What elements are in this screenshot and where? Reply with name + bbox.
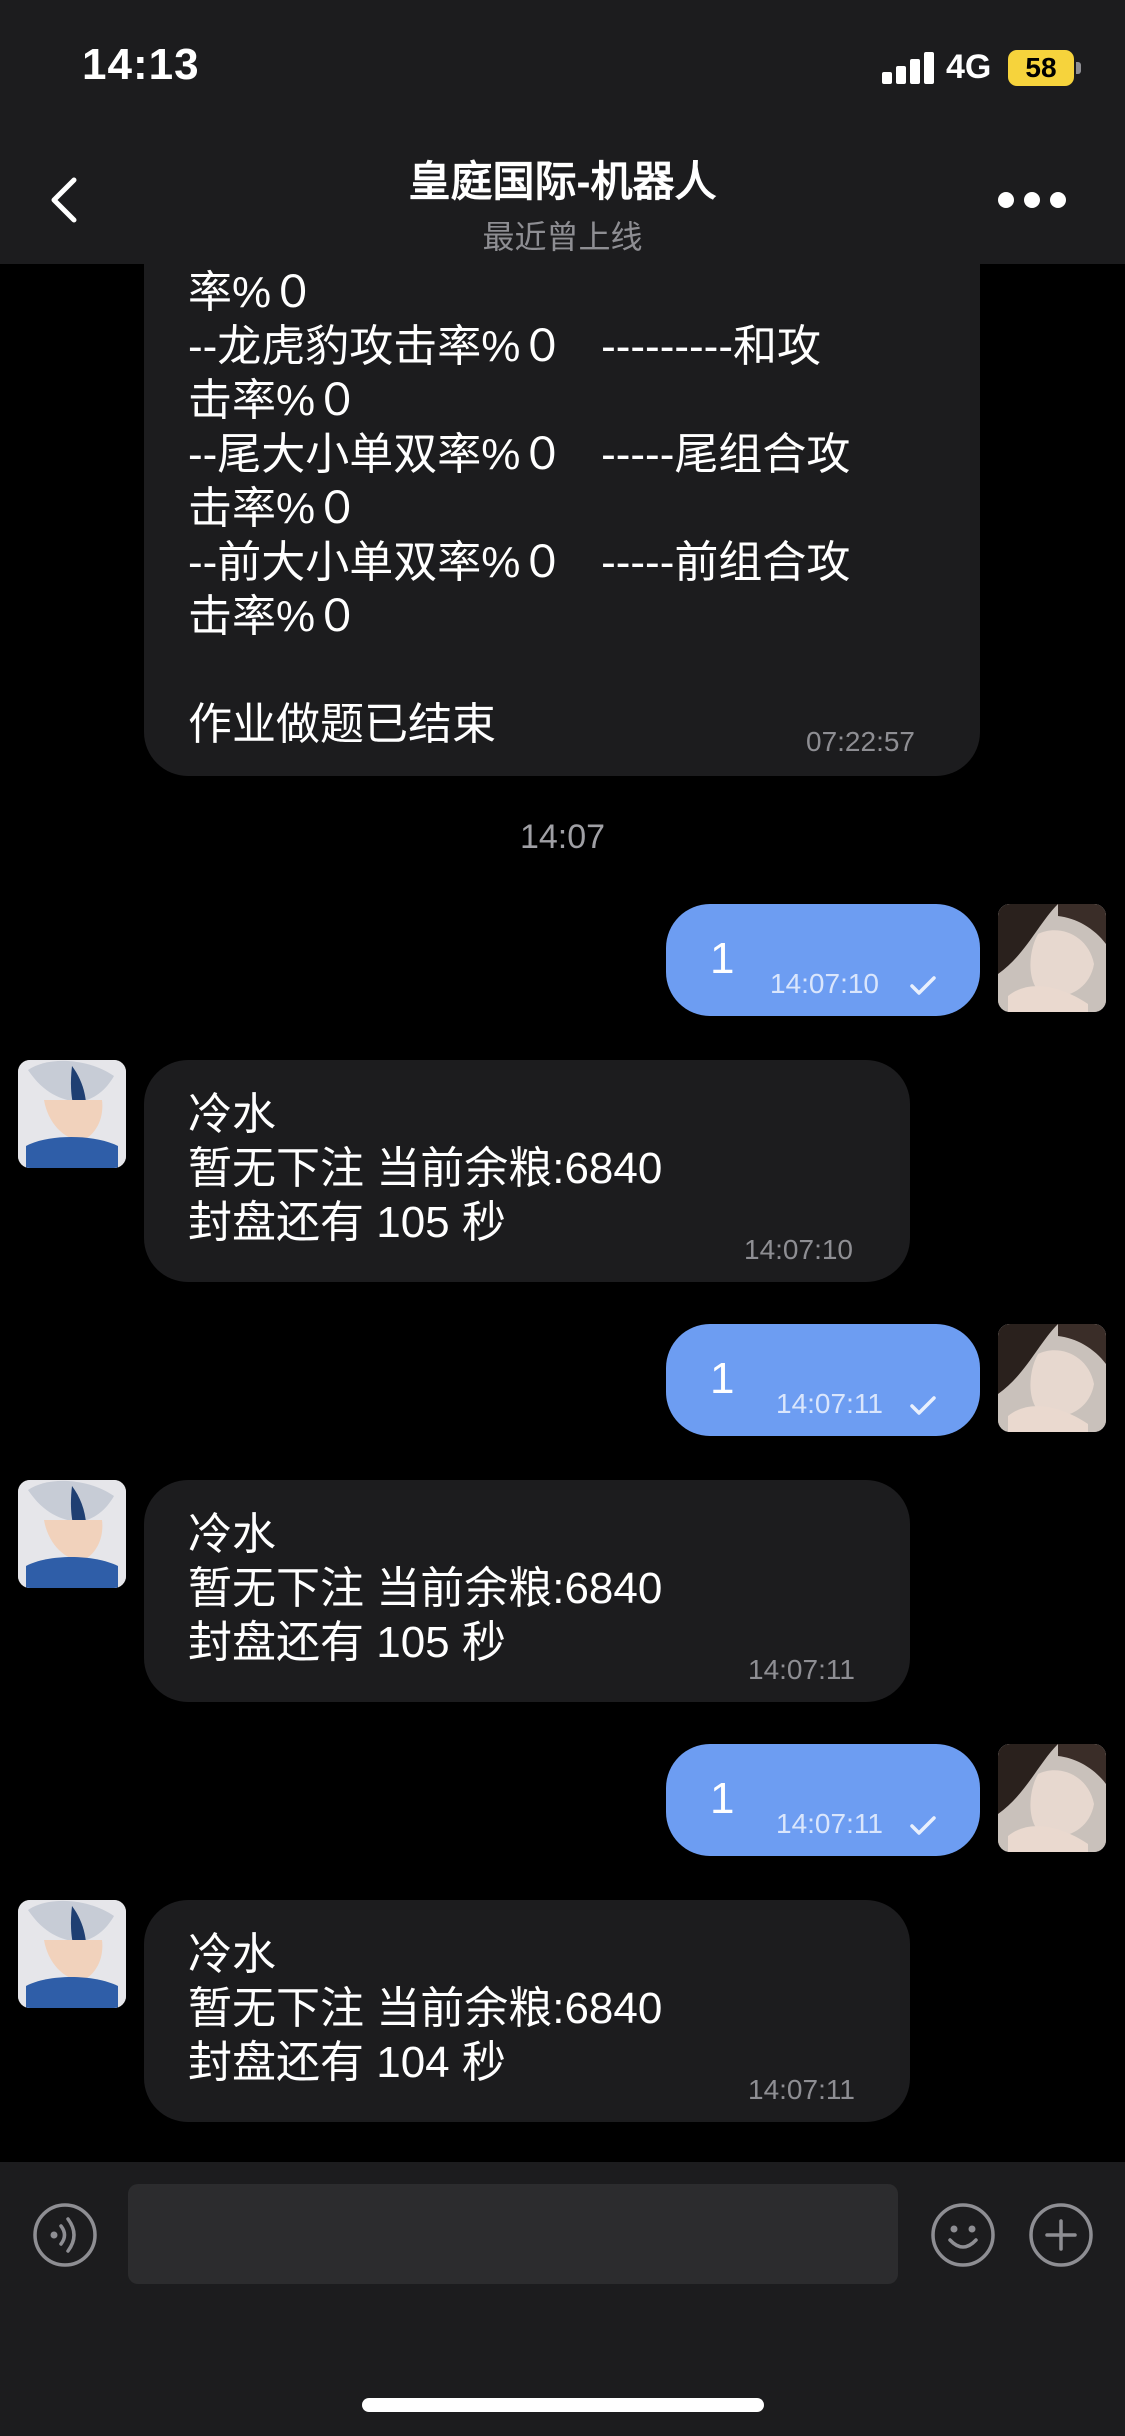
- plus-icon[interactable]: [1028, 2202, 1094, 2268]
- user-avatar-image: [998, 904, 1106, 1012]
- message-text: 1: [710, 934, 735, 983]
- input-bar: [0, 2162, 1125, 2436]
- message-bubble-incoming[interactable]: 冷水 暂无下注 当前余粮:6840 封盘还有 104 秒 14:07:11: [144, 1900, 910, 2122]
- battery-cap: [1076, 62, 1081, 74]
- message-bubble-outgoing[interactable]: 1 14:07:11: [666, 1324, 980, 1436]
- emoji-icon[interactable]: [930, 2202, 996, 2268]
- chat-subtitle: 最近曾上线: [482, 219, 643, 255]
- more-dots-icon: [998, 192, 1014, 208]
- message-text: 冷水 暂无下注 当前余粮:6840 封盘还有 104 秒: [188, 1930, 663, 2087]
- message-time: 14:07:11: [748, 2074, 855, 2105]
- status-bar: 14:13 4G 58: [0, 0, 1125, 134]
- message-bubble-incoming[interactable]: 冷水 暂无下注 当前余粮:6840 封盘还有 105 秒 14:07:11: [144, 1480, 910, 1702]
- message-text: 冷水 暂无下注 当前余粮:6840 封盘还有 105 秒: [188, 1090, 663, 1247]
- message-time: 07:22:57: [806, 726, 915, 757]
- message-time: 14:07:11: [776, 1388, 883, 1419]
- check-icon: [910, 1816, 936, 1835]
- bot-avatar[interactable]: [18, 1480, 126, 1588]
- bot-avatar-image: [18, 1900, 126, 2008]
- voice-icon[interactable]: [32, 2202, 98, 2268]
- battery-icon: 58: [1008, 50, 1074, 86]
- chat-header: 皇庭国际-机器人 最近曾上线: [0, 134, 1125, 264]
- bot-avatar[interactable]: [18, 1900, 126, 2008]
- message-text: 率%０ --龙虎豹攻击率%０ ---------和攻 击率%０ --尾大小单双率…: [188, 268, 851, 749]
- bot-avatar-image: [18, 1480, 126, 1588]
- more-button[interactable]: [990, 174, 1070, 224]
- signal-icon: [882, 52, 936, 84]
- chat-title[interactable]: 皇庭国际-机器人: [0, 148, 1125, 209]
- check-icon: [910, 1396, 936, 1415]
- user-avatar-image: [998, 1324, 1106, 1432]
- bot-avatar[interactable]: [18, 1060, 126, 1168]
- message-list[interactable]: 率%０ --龙虎豹攻击率%０ ---------和攻 击率%０ --尾大小单双率…: [0, 264, 1125, 2162]
- message-time: 14:07:10: [744, 1234, 853, 1265]
- message-text: 1: [710, 1774, 735, 1823]
- message-text: 1: [710, 1354, 735, 1403]
- message-bubble-outgoing[interactable]: 1 14:07:10: [666, 904, 980, 1016]
- message-bubble-outgoing[interactable]: 1 14:07:11: [666, 1744, 980, 1856]
- message-input[interactable]: [128, 2184, 898, 2284]
- message-time: 14:07:11: [776, 1808, 883, 1839]
- user-avatar[interactable]: [998, 904, 1106, 1012]
- date-separator: 14:07: [519, 818, 606, 856]
- user-avatar-image: [998, 1744, 1106, 1852]
- home-indicator: [362, 2398, 764, 2412]
- bot-avatar-image: [18, 1060, 126, 1168]
- network-type: 4G: [946, 48, 992, 86]
- message-time: 14:07:10: [770, 968, 879, 999]
- message-time: 14:07:11: [748, 1654, 855, 1685]
- user-avatar[interactable]: [998, 1744, 1106, 1852]
- message-bubble-incoming[interactable]: 冷水 暂无下注 当前余粮:6840 封盘还有 105 秒 14:07:10: [144, 1060, 910, 1282]
- user-avatar[interactable]: [998, 1324, 1106, 1432]
- status-time: 14:13: [82, 40, 200, 89]
- message-text: 冷水 暂无下注 当前余粮:6840 封盘还有 105 秒: [188, 1510, 663, 1667]
- check-icon: [910, 976, 936, 995]
- message-bubble-incoming[interactable]: 率%０ --龙虎豹攻击率%０ ---------和攻 击率%０ --尾大小单双率…: [144, 264, 980, 776]
